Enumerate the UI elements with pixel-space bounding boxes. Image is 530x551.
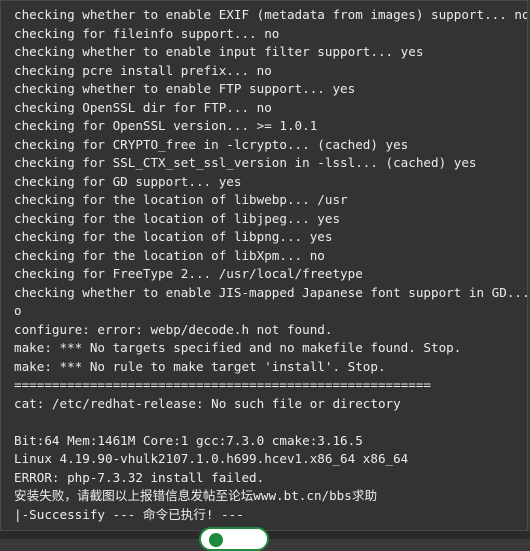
- terminal-line: checking for the location of libwebp... …: [14, 192, 348, 207]
- terminal-line: checking for the location of libXpm... n…: [14, 247, 325, 263]
- system-info-line: Bit:64 Mem:1461M Core:1 gcc:7.3.0 cmake:…: [14, 432, 363, 448]
- terminal-line: checking whether to enable input filter …: [14, 44, 424, 59]
- terminal-line: checking whether to enable JIS-mapped Ja…: [14, 284, 528, 300]
- terminal-line: checking whether to enable FTP support..…: [14, 81, 356, 96]
- install-error-line: ERROR: php-7.3.32 install failed.: [14, 469, 265, 485]
- terminal-line: checking for OpenSSL version... >= 1.0.1: [14, 118, 318, 133]
- kernel-info-line: Linux 4.19.90-vhulk2107.1.0.h699.hcev1.x…: [14, 451, 409, 466]
- terminal-line: checking for fileinfo support... no: [14, 25, 280, 41]
- terminal-line: checking for FreeType 2... /usr/local/fr…: [14, 266, 363, 281]
- terminal-line: o: [14, 303, 22, 318]
- terminal-output[interactable]: checking whether to enable EXIF (metadat…: [0, 0, 528, 531]
- terminal-line: checking for the location of libpng... y…: [14, 229, 333, 244]
- terminal-line: checking for SSL_CTX_set_ssl_version in …: [14, 155, 477, 170]
- terminal-line: checking for CRYPTO_free in -lcrypto... …: [14, 136, 409, 152]
- terminal-line: checking OpenSSL dir for FTP... no: [14, 99, 272, 115]
- terminal-line-error: make: *** No rule to make target 'instal…: [14, 358, 386, 374]
- completion-status-line: |-Successify --- 命令已执行! ---: [14, 506, 244, 522]
- terminal-line: checking pcre install prefix... no: [14, 62, 272, 78]
- terminal-separator: ========================================…: [14, 377, 432, 392]
- terminal-line-error: make: *** No targets specified and no ma…: [14, 340, 462, 355]
- badge-icon: [209, 533, 223, 547]
- terminal-line: checking whether to enable EXIF (metadat…: [14, 7, 528, 22]
- floating-badge-button[interactable]: [199, 527, 269, 551]
- help-message-line: 安装失败，请截图以上报错信息发帖至论坛www.bt.cn/bbs求助: [14, 488, 378, 503]
- terminal-line: checking for GD support... yes: [14, 173, 242, 189]
- terminal-line: checking for the location of libjpeg... …: [14, 210, 341, 226]
- terminal-line: cat: /etc/redhat-release: No such file o…: [14, 395, 401, 411]
- terminal-line-error: configure: error: webp/decode.h not foun…: [14, 321, 333, 337]
